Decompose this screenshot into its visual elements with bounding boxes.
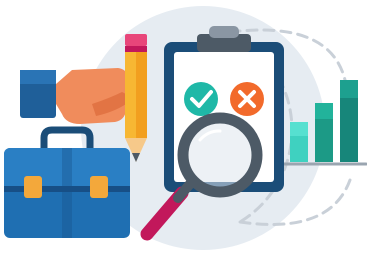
hand-icon bbox=[20, 68, 129, 124]
pencil-icon bbox=[125, 34, 147, 162]
illustration bbox=[0, 0, 367, 254]
check-circle-icon bbox=[184, 82, 218, 116]
cross-circle-icon bbox=[230, 82, 264, 116]
